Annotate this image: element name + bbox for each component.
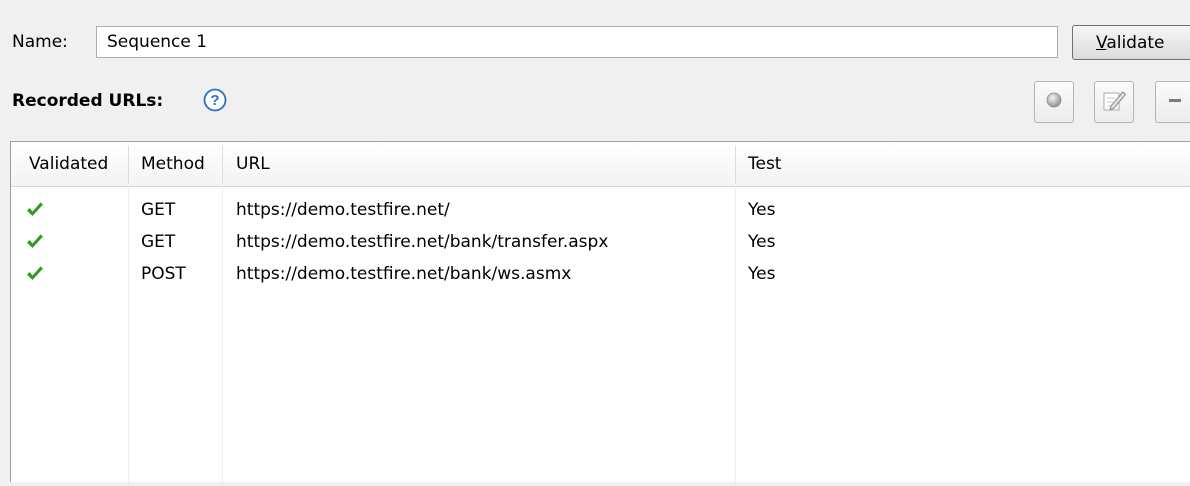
column-divider[interactable] (128, 146, 129, 184)
method-cell: GET (141, 232, 176, 252)
column-header-url[interactable]: URL (236, 142, 270, 186)
validate-button[interactable]: Validate (1072, 25, 1190, 60)
url-cell: https://demo.testfire.net/ (236, 200, 450, 220)
column-divider[interactable] (735, 146, 736, 184)
column-divider[interactable] (222, 146, 223, 184)
name-label: Name: (12, 32, 68, 52)
validate-label-rest: alidate (1106, 32, 1165, 53)
remove-minus-icon (1165, 90, 1185, 115)
check-icon (25, 200, 45, 220)
test-cell: Yes (748, 264, 776, 284)
question-circle-icon[interactable]: ? (203, 88, 227, 112)
recorded-urls-label: Recorded URLs: (12, 91, 164, 111)
remove-button[interactable] (1155, 81, 1190, 123)
column-header-validated[interactable]: Validated (29, 142, 108, 186)
check-icon (25, 232, 45, 252)
table-header: Validated Method URL Test (11, 142, 1190, 187)
table-row[interactable]: GET https://demo.testfire.net/ Yes (11, 194, 1190, 226)
url-cell: https://demo.testfire.net/bank/transfer.… (236, 232, 609, 252)
validate-label-accesskey: V (1096, 32, 1107, 53)
svg-text:?: ? (210, 92, 219, 109)
test-cell: Yes (748, 200, 776, 220)
recorded-urls-table: Validated Method URL Test GET https://de… (10, 141, 1190, 486)
table-row[interactable]: GET https://demo.testfire.net/bank/trans… (11, 226, 1190, 258)
record-icon (1044, 90, 1064, 115)
method-cell: GET (141, 200, 176, 220)
check-icon (25, 264, 45, 284)
column-header-test[interactable]: Test (748, 142, 781, 186)
edit-pencil-icon (1101, 87, 1127, 118)
method-cell: POST (141, 264, 186, 284)
test-cell: Yes (748, 232, 776, 252)
edit-button[interactable] (1094, 81, 1134, 123)
url-cell: https://demo.testfire.net/bank/ws.asmx (236, 264, 572, 284)
table-row[interactable]: POST https://demo.testfire.net/bank/ws.a… (11, 258, 1190, 290)
column-header-method[interactable]: Method (141, 142, 205, 186)
sequence-name-input[interactable] (96, 26, 1058, 58)
record-button[interactable] (1034, 81, 1074, 123)
